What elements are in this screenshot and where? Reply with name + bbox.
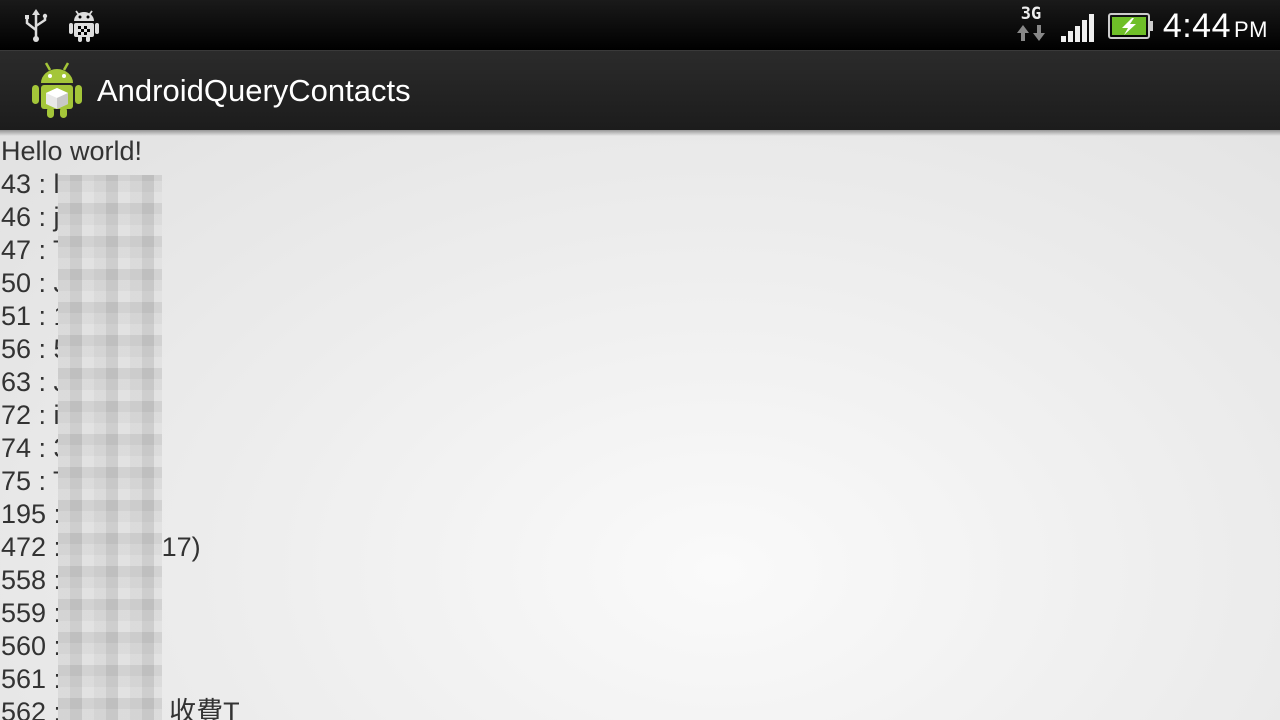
main-content: Hello world! 43 : l g 46 : j 47 : T Chow… [0, 130, 1280, 720]
pixelated-redaction [58, 175, 162, 720]
battery-charging-icon [1108, 13, 1153, 39]
data-3g-icon: 3G [1014, 5, 1048, 47]
clock-time: 4:44 [1162, 7, 1231, 45]
hello-text: Hello world! [1, 136, 143, 166]
android-app-icon[interactable] [30, 61, 84, 119]
network-type-label: 3G [1020, 4, 1042, 24]
status-clock: 4:44 PM [1163, 6, 1268, 50]
signal-icon [1061, 14, 1094, 42]
clock-ampm: PM [1234, 17, 1268, 42]
android-debug-icon [69, 10, 99, 42]
status-bar: 3G 4:44 PM [0, 0, 1280, 50]
action-bar: AndroidQueryContacts [0, 50, 1280, 130]
usb-icon [25, 9, 48, 42]
app-title: AndroidQueryContacts [97, 73, 411, 108]
data-arrows-icon [1017, 25, 1045, 41]
action-bar-shadow [0, 130, 1280, 136]
